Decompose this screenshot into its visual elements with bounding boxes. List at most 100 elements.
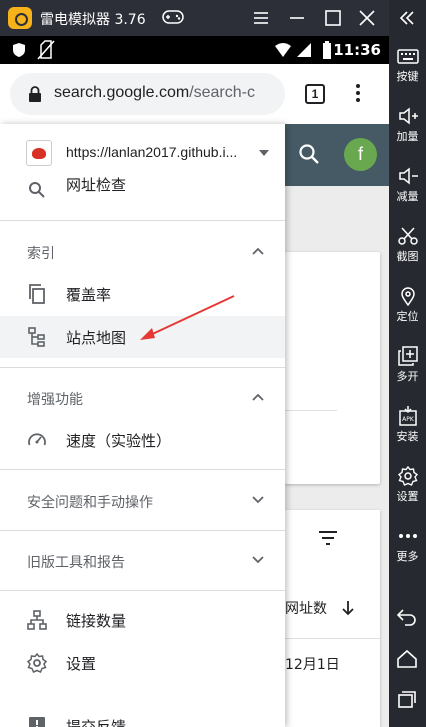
section-label: 旧版工具和报告 [27, 555, 125, 571]
navigation-drawer: https://lanlan2017.github.i... 网址检查 索引 覆… [0, 124, 285, 727]
nav-item-label: 链接数量 [66, 612, 127, 630]
emulator-titlebar: 雷电模拟器 3.76 [0, 0, 426, 36]
emu-volume-up-button[interactable]: 加量 [389, 104, 426, 162]
more-icon [398, 534, 417, 538]
section-label: 安全问题和手动操作 [27, 495, 153, 511]
drawer-divider [0, 590, 285, 591]
emu-volume-down-button[interactable]: 减量 [389, 164, 426, 222]
nav-item-feedback[interactable]: 提交反馈 [0, 705, 285, 727]
property-url: https://lanlan2017.github.i... [66, 144, 238, 160]
scissors-icon [397, 227, 418, 245]
nav-item-label: 网址检查 [66, 176, 127, 194]
section-header-security[interactable]: 安全问题和手动操作 [0, 479, 285, 523]
nav-item-label: 提交反馈 [66, 718, 127, 727]
apk-install-icon: APK [398, 406, 417, 426]
arrow-down-icon[interactable] [341, 600, 355, 616]
status-time: 11:36 [333, 41, 381, 59]
emu-item-label: 截图 [396, 250, 419, 263]
svg-text:APK: APK [402, 416, 415, 423]
page-header: f [285, 124, 389, 186]
url-text: search.google.com/search-c [54, 84, 255, 102]
copy-pages-icon [29, 284, 45, 304]
drawer-divider [0, 530, 285, 531]
avatar[interactable]: f [344, 138, 377, 171]
feedback-icon [29, 717, 45, 727]
search-icon[interactable] [298, 143, 320, 165]
emu-multi-instance-button[interactable]: 多开 [389, 344, 426, 402]
card-divider [285, 410, 337, 411]
nav-item-sitemaps[interactable]: 站点地图 [0, 316, 285, 358]
nav-item-links[interactable]: 链接数量 [0, 599, 285, 641]
keyboard-icon [396, 49, 419, 64]
chevron-up-icon [252, 247, 264, 255]
menu-icon[interactable] [248, 6, 274, 30]
back-icon[interactable] [395, 606, 419, 628]
maximize-icon[interactable] [320, 6, 346, 30]
emu-item-label: 设置 [396, 490, 419, 503]
emu-keymap-button[interactable]: 按键 [389, 44, 426, 102]
nav-item-label: 速度（实验性） [66, 432, 172, 450]
chevron-down-icon [252, 496, 264, 504]
tab-switcher-button[interactable]: 1 [305, 84, 325, 104]
overview-card [285, 252, 380, 484]
filter-icon[interactable] [318, 530, 338, 546]
search-icon [29, 182, 45, 198]
emulator-logo [8, 7, 32, 29]
nav-item-settings[interactable]: 设置 [0, 642, 285, 684]
emu-item-label: 减量 [396, 190, 419, 203]
dropdown-arrow-icon [259, 150, 269, 156]
section-label: 索引 [27, 246, 55, 262]
section-header-legacy[interactable]: 旧版工具和报告 [0, 539, 285, 583]
emu-more-button[interactable]: 更多 [389, 524, 426, 582]
recent-apps-icon[interactable] [395, 688, 419, 710]
nav-item-label: 设置 [66, 655, 97, 673]
emu-settings-button[interactable]: 设置 [389, 464, 426, 522]
android-statusbar: 11:36 [0, 36, 389, 64]
signal-icon [297, 43, 311, 57]
drawer-divider [0, 367, 285, 368]
gear-icon [27, 653, 47, 673]
emu-screenshot-button[interactable]: 截图 [389, 224, 426, 282]
volume-down-icon [398, 167, 418, 185]
minimize-icon[interactable] [284, 6, 310, 30]
emulator-sidebar: 按键 加量 减量 截图 定位 多开 APK 安装 设置 更多 [389, 36, 426, 727]
gamepad-icon[interactable] [162, 9, 184, 25]
nav-item-label: 覆盖率 [66, 286, 112, 304]
volume-up-icon [398, 107, 418, 125]
nav-item-label: 站点地图 [66, 329, 127, 347]
emu-item-label: 更多 [396, 550, 419, 563]
sidebar-collapse-button[interactable] [389, 0, 426, 36]
home-icon[interactable] [395, 648, 419, 670]
section-header-index[interactable]: 索引 [0, 230, 285, 274]
nav-item-coverage[interactable]: 覆盖率 [0, 273, 285, 315]
chrome-menu-icon[interactable] [352, 84, 364, 106]
chrome-toolbar: search.google.com/search-c 1 [0, 64, 389, 124]
speedometer-icon [28, 433, 46, 446]
no-sim-icon [37, 40, 55, 60]
nav-item-url-inspection[interactable]: 网址检查 [0, 169, 285, 211]
emu-item-label: 定位 [396, 310, 419, 323]
emu-location-button[interactable]: 定位 [389, 284, 426, 342]
close-icon[interactable] [354, 6, 380, 30]
emu-item-label: 多开 [396, 370, 419, 383]
multi-instance-icon [397, 346, 418, 366]
emu-install-apk-button[interactable]: APK 安装 [389, 404, 426, 462]
location-icon [400, 287, 415, 306]
section-header-enhancements[interactable]: 增强功能 [0, 376, 285, 420]
chevron-up-icon [252, 393, 264, 401]
battery-icon [323, 41, 331, 59]
links-icon [27, 610, 47, 630]
emu-item-label: 安装 [396, 430, 419, 443]
sitemap-table-card: 内网址数 12月1日 [271, 510, 380, 727]
section-label: 增强功能 [27, 392, 83, 408]
gear-icon [397, 466, 418, 486]
sitemap-icon [28, 327, 45, 347]
table-row-divider [285, 638, 380, 639]
lock-icon [29, 86, 41, 102]
nav-item-speed[interactable]: 速度（实验性） [0, 419, 285, 461]
url-host: search.google.com [54, 84, 190, 101]
drawer-divider [0, 469, 285, 470]
address-bar[interactable]: search.google.com/search-c [10, 73, 285, 115]
chevron-down-icon [252, 556, 264, 564]
double-chevron-left-icon [399, 11, 414, 25]
